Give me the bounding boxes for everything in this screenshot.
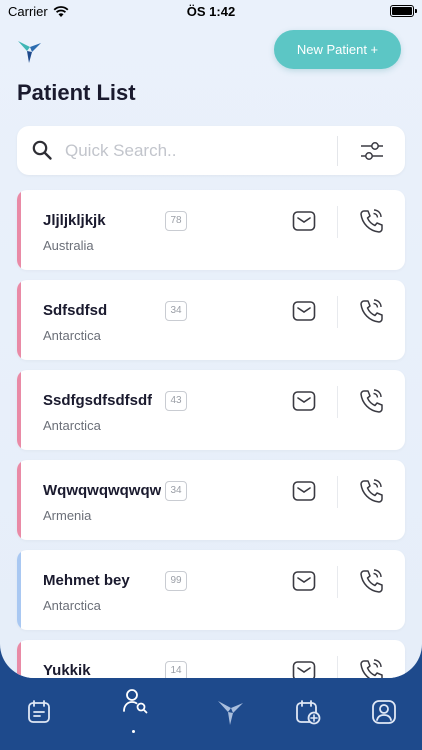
patient-card[interactable]: Yukkik 14 bbox=[17, 640, 405, 678]
patient-age-badge: 99 bbox=[165, 571, 187, 591]
patient-card[interactable]: Wqwqwqwqwqw 34 Armenia bbox=[17, 460, 405, 540]
patient-card[interactable]: Ssdfgsdfsdfsdf 43 Antarctica bbox=[17, 370, 405, 450]
search-bar bbox=[17, 126, 405, 175]
patient-name: Ssdfgsdfsdfsdf bbox=[43, 392, 153, 409]
battery-icon bbox=[390, 5, 417, 17]
brand-logo-icon bbox=[18, 41, 41, 63]
phone-icon[interactable] bbox=[359, 658, 383, 678]
profile-icon[interactable] bbox=[370, 698, 398, 726]
phone-icon[interactable] bbox=[359, 388, 383, 414]
patient-country: Antarctica bbox=[43, 598, 101, 613]
card-accent bbox=[17, 190, 21, 270]
patient-country: Antarctica bbox=[43, 418, 101, 433]
active-tab-indicator bbox=[132, 730, 135, 733]
card-accent bbox=[17, 460, 21, 540]
mail-icon[interactable] bbox=[292, 660, 316, 678]
patient-card[interactable]: Mehmet bey 99 Antarctica bbox=[17, 550, 405, 630]
card-accent bbox=[17, 550, 21, 630]
phone-icon[interactable] bbox=[359, 568, 383, 594]
app-screen: Carrier ÖS 1:42 New Patient + Patient Li… bbox=[0, 0, 422, 678]
patient-age-badge: 34 bbox=[165, 301, 187, 321]
patient-country: Antarctica bbox=[43, 328, 101, 343]
patient-name: Wqwqwqwqwqw bbox=[43, 482, 162, 499]
card-accent bbox=[17, 280, 21, 360]
patient-name: Yukkik bbox=[43, 662, 91, 678]
mail-icon[interactable] bbox=[292, 390, 316, 412]
mail-icon[interactable] bbox=[292, 300, 316, 322]
patient-age-badge: 14 bbox=[165, 661, 187, 678]
status-bar: Carrier ÖS 1:42 bbox=[0, 0, 422, 24]
search-icon bbox=[32, 140, 52, 160]
status-time: ÖS 1:42 bbox=[186, 4, 236, 19]
brand-logo-icon[interactable] bbox=[216, 698, 244, 726]
patient-name: Sdfsdfsd bbox=[43, 302, 108, 319]
mail-icon[interactable] bbox=[292, 570, 316, 592]
patient-age-badge: 78 bbox=[165, 211, 187, 231]
mail-icon[interactable] bbox=[292, 480, 316, 502]
filter-icon[interactable] bbox=[359, 138, 385, 164]
search-divider bbox=[337, 136, 338, 166]
patient-name: Mehmet bey bbox=[43, 572, 130, 589]
patient-card[interactable]: Jljljkljkjk 78 Australia bbox=[17, 190, 405, 270]
calendar-add-icon[interactable] bbox=[294, 698, 322, 726]
mail-icon[interactable] bbox=[292, 210, 316, 232]
patient-country: Armenia bbox=[43, 508, 92, 523]
calendar-icon[interactable] bbox=[25, 698, 53, 726]
patient-age-badge: 43 bbox=[165, 391, 187, 411]
phone-icon[interactable] bbox=[359, 208, 383, 234]
new-patient-button[interactable]: New Patient + bbox=[274, 30, 401, 69]
card-accent bbox=[17, 640, 21, 678]
phone-icon[interactable] bbox=[359, 478, 383, 504]
patient-name: Jljljkljkjk bbox=[43, 212, 106, 229]
search-input[interactable] bbox=[65, 136, 325, 166]
tab-bar bbox=[0, 678, 422, 750]
page-title: Patient List bbox=[17, 80, 136, 105]
card-accent bbox=[17, 370, 21, 450]
patient-age-badge: 34 bbox=[165, 481, 187, 501]
patient-country: Australia bbox=[43, 238, 94, 253]
patient-search-icon[interactable] bbox=[121, 687, 149, 715]
phone-icon[interactable] bbox=[359, 298, 383, 324]
patient-card[interactable]: Sdfsdfsd 34 Antarctica bbox=[17, 280, 405, 360]
